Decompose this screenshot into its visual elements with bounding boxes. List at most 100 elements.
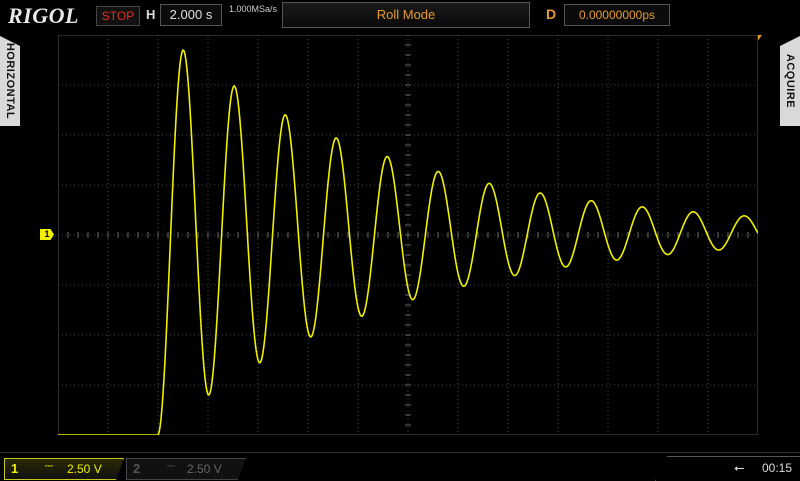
grid-dot [307, 307, 309, 308]
grid-dot [478, 284, 479, 286]
grid-dot [107, 83, 109, 84]
grid-dot [657, 395, 659, 396]
grid-dot [706, 134, 707, 136]
grid-dot [434, 184, 435, 186]
grid-dot [570, 334, 571, 336]
grid-dot [157, 243, 159, 244]
grid-dot [454, 134, 455, 136]
timebase-value[interactable]: 2.000 s [160, 4, 222, 26]
grid-dot [590, 334, 591, 336]
grid-dot [407, 247, 409, 248]
delay-value[interactable]: 0.00000000ps [564, 4, 670, 26]
grid-dot [257, 387, 259, 388]
grid-dot [562, 134, 563, 136]
channel1-offset-marker[interactable]: 1 [40, 229, 54, 240]
grid-dot [557, 99, 559, 100]
run-stop-status[interactable]: STOP [96, 6, 140, 26]
grid-dot [407, 371, 409, 372]
grid-dot [157, 307, 159, 308]
grid-dot [630, 234, 631, 236]
acquire-menu-tab[interactable]: ACQUIRE [780, 36, 800, 126]
acquisition-mode[interactable]: Roll Mode [282, 2, 530, 28]
grid-dot [357, 355, 359, 356]
grid-dot [474, 134, 475, 136]
grid-dot [330, 384, 331, 386]
grid-dot [274, 84, 275, 86]
grid-dot [678, 334, 679, 336]
grid-dot [650, 284, 651, 286]
grid-dot [607, 183, 609, 184]
grid-dot [446, 184, 447, 186]
grid-dot [522, 384, 523, 386]
grid-dot [662, 84, 663, 86]
grid-dot [307, 183, 309, 184]
grid-dot [214, 184, 215, 186]
grid-dot [674, 284, 675, 286]
grid-dot [507, 131, 509, 132]
grid-dot [107, 87, 109, 88]
grid-dot [157, 359, 159, 360]
grid-dot [507, 431, 509, 432]
grid-dot [630, 334, 631, 336]
grid-dot [657, 411, 659, 412]
grid-dot [70, 334, 71, 336]
grid-dot [257, 155, 259, 156]
horizontal-menu-tab[interactable]: HORIZONTAL [0, 36, 20, 126]
grid-dot [707, 39, 709, 40]
grid-dot [407, 339, 409, 340]
grid-dot [446, 384, 447, 386]
grid-dot [214, 284, 215, 286]
grid-dot [322, 184, 323, 186]
channel1-indicator[interactable]: 1 ⎓ 2.50 V [4, 458, 124, 480]
grid-dot [707, 179, 709, 180]
grid-dot [730, 284, 731, 286]
grid-dot [607, 79, 609, 80]
grid-dot [707, 95, 709, 96]
grid-dot [607, 403, 609, 404]
grid-dot [307, 175, 309, 176]
grid-dot [157, 291, 159, 292]
grid-dot [657, 47, 659, 48]
grid-dot [157, 223, 159, 224]
grid-dot [657, 211, 659, 212]
grid-dot [682, 234, 683, 236]
grid-dot [507, 331, 509, 332]
grid-dot [157, 303, 159, 304]
grid-dot [107, 59, 109, 60]
grid-dot [294, 334, 295, 336]
grid-dot [606, 384, 607, 386]
grid-dot [662, 284, 663, 286]
grid-dot [707, 299, 709, 300]
grid-dot [314, 84, 315, 86]
waveform-display[interactable] [58, 35, 758, 435]
grid-dot [457, 263, 459, 264]
grid-dot [307, 275, 309, 276]
grid-dot [326, 334, 327, 336]
grid-dot [607, 195, 609, 196]
grid-dot [557, 303, 559, 304]
grid-dot [342, 234, 343, 236]
grid-dot [407, 119, 409, 120]
grid-dot [174, 284, 175, 286]
grid-dot [726, 384, 727, 386]
grid-dot [607, 223, 609, 224]
grid-dot [307, 423, 309, 424]
grid-dot [357, 83, 359, 84]
grid-dot [726, 134, 727, 136]
grid-dot [554, 184, 555, 186]
grid-dot [490, 284, 491, 286]
grid-dot [457, 179, 459, 180]
grid-dot [86, 284, 87, 286]
grid-dot [707, 287, 709, 288]
grid-dot [407, 147, 409, 148]
grid-dot [607, 191, 609, 192]
grid-dot [257, 303, 259, 304]
grid-dot [270, 134, 271, 136]
grid-dot [257, 315, 259, 316]
channel2-indicator[interactable]: 2 ⎓ 2.50 V [126, 458, 246, 480]
grid-dot [462, 384, 463, 386]
grid-dot [294, 384, 295, 386]
grid-dot [457, 379, 459, 380]
grid-dot [107, 199, 109, 200]
grid-dot [338, 284, 339, 286]
